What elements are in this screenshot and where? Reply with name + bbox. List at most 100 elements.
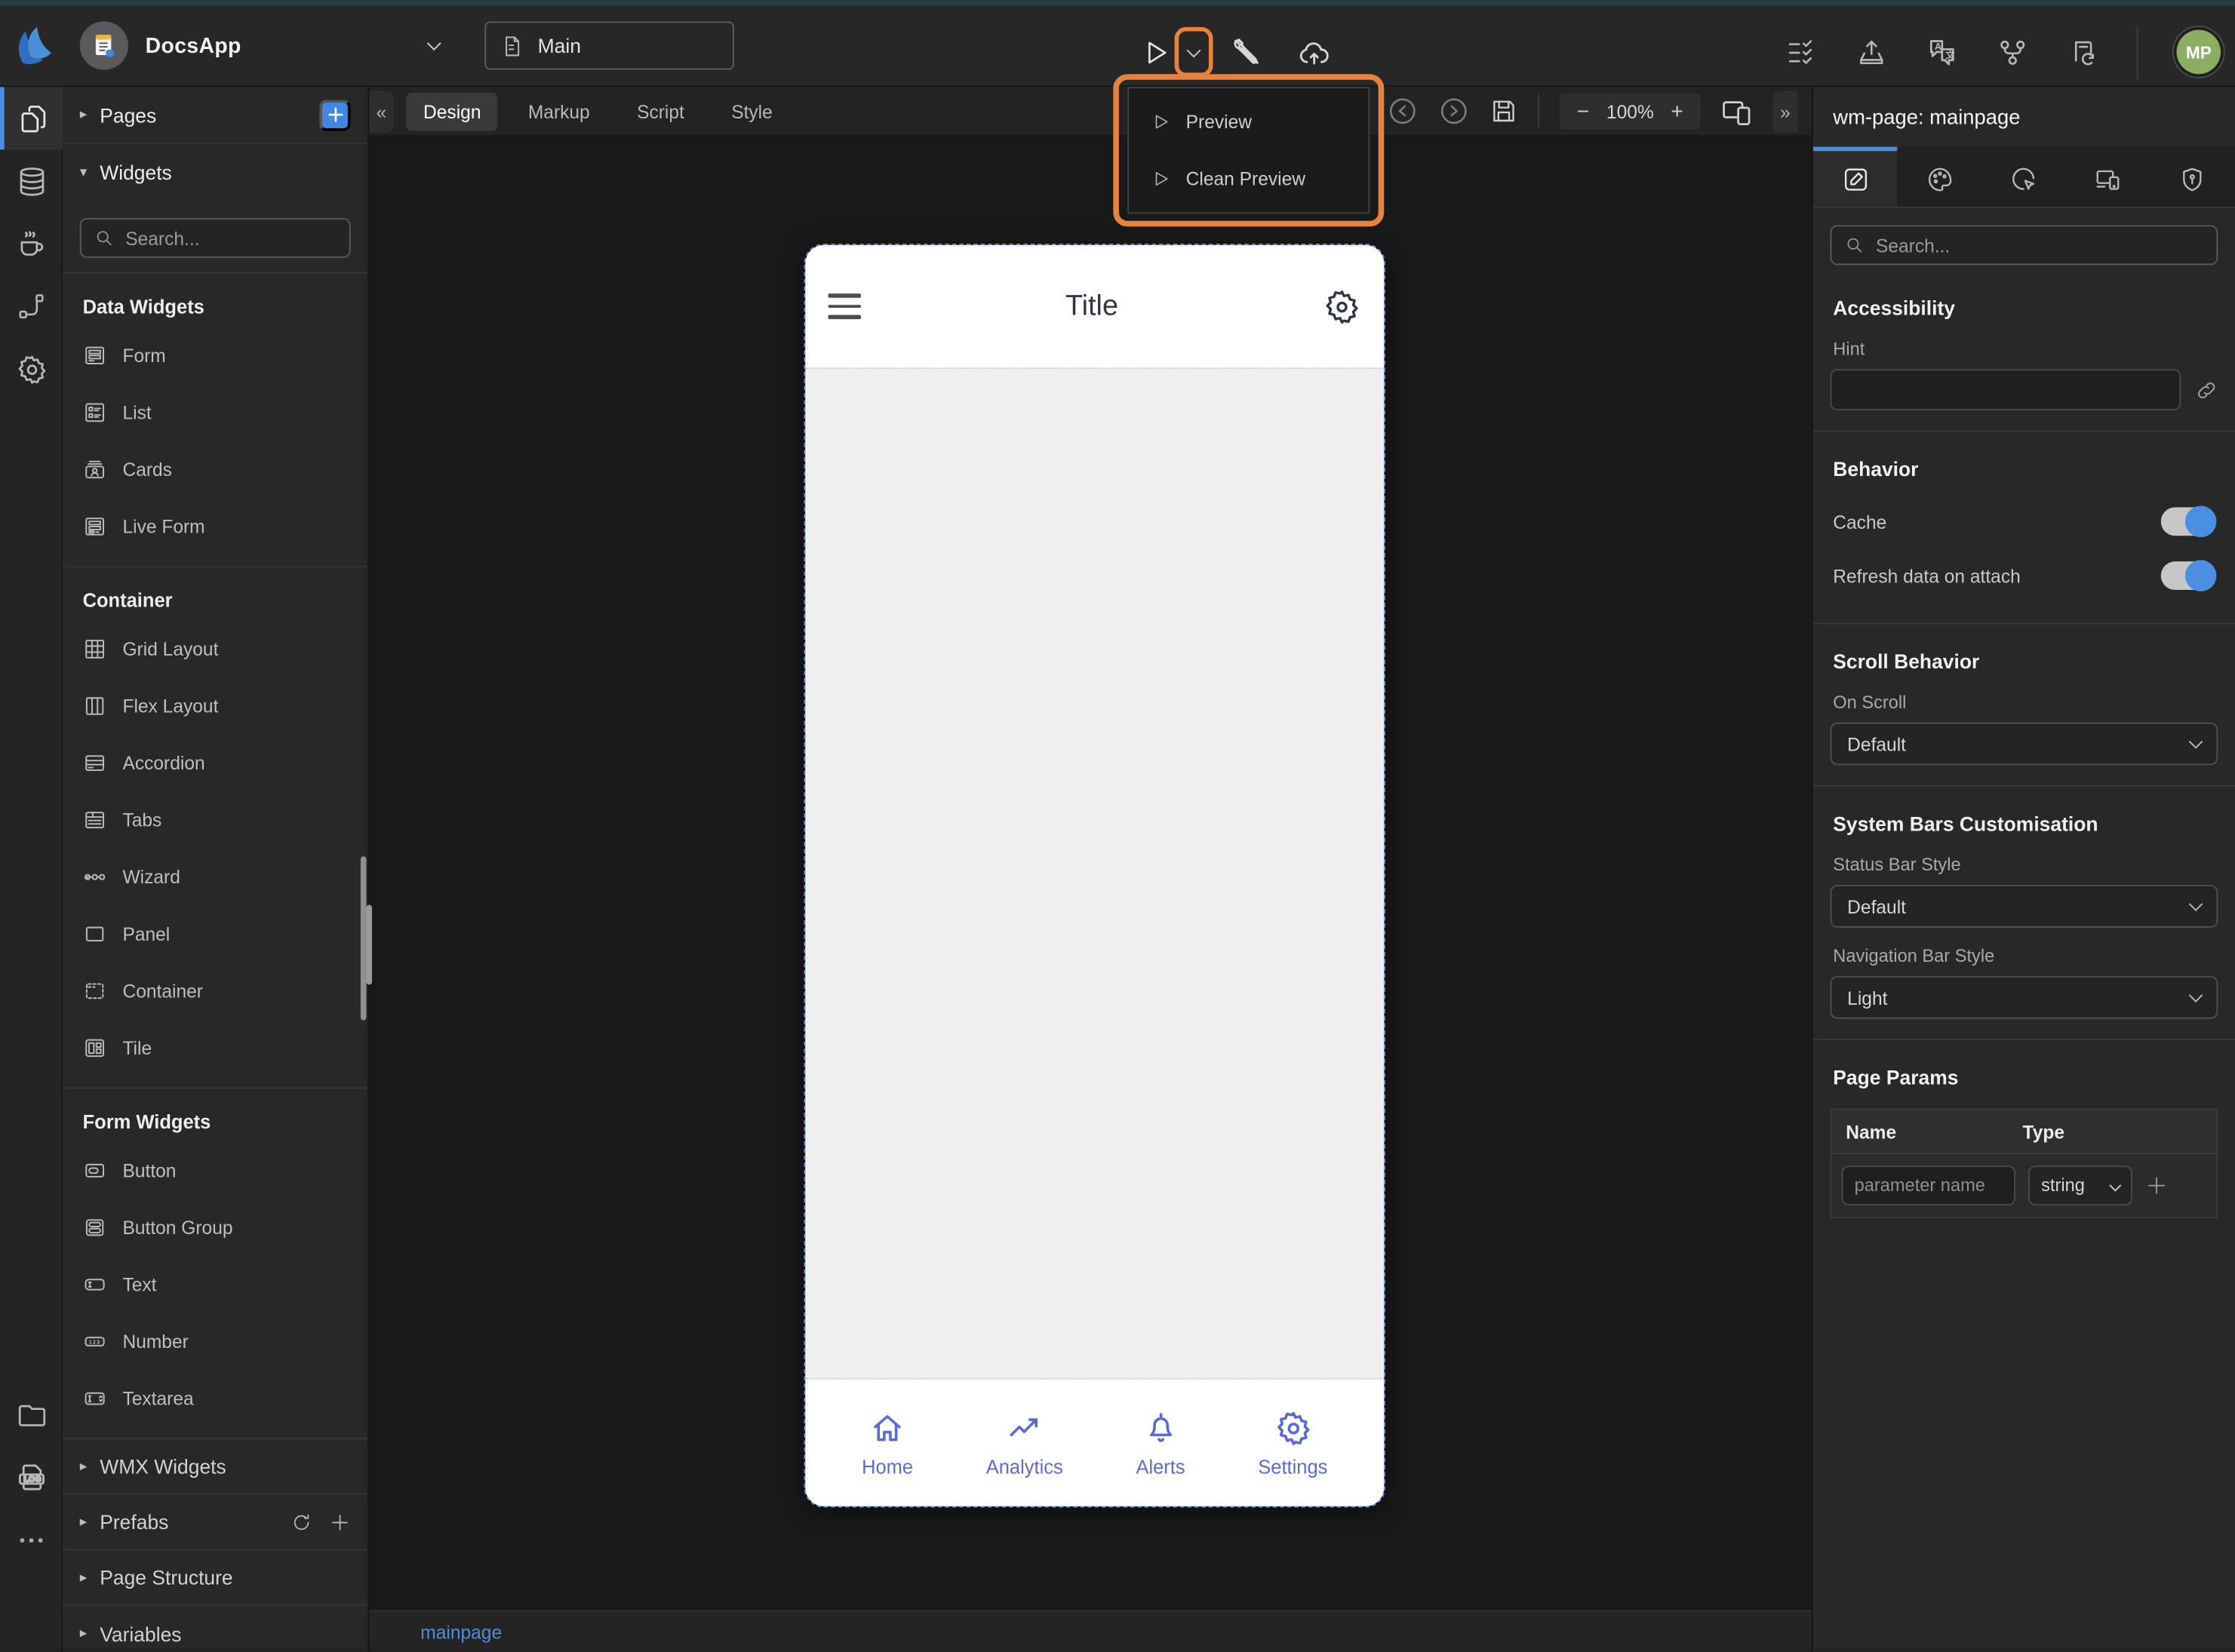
redo-button[interactable] [1438,96,1470,127]
add-page-button[interactable] [319,99,351,131]
page-selector-label: Main [537,34,581,57]
widget-item-list[interactable]: List [63,383,367,441]
widget-item-textarea[interactable]: Textarea [63,1369,367,1426]
hamburger-menu-icon[interactable] [828,293,861,319]
device-preview-button[interactable] [1720,95,1753,127]
widget-search-input[interactable]: Search... [79,218,351,258]
widget-item-button-group[interactable]: Button Group [63,1199,367,1256]
nav-bar-style-select[interactable]: Light [1830,975,2218,1019]
widget-item-flex-layout[interactable]: Flex Layout [63,677,367,734]
widget-item-text[interactable]: Text [63,1255,367,1313]
nav-item-home[interactable]: Home [862,1408,913,1477]
user-initials: MP [2185,41,2212,63]
widgets-section-header[interactable]: ▾ Widgets [63,144,367,201]
parameter-type-select[interactable]: string [2028,1165,2132,1206]
phone-header-gear-icon[interactable] [1323,287,1361,326]
tab-properties[interactable] [1812,146,1898,207]
on-scroll-label: On Scroll [1833,692,1907,713]
nav-item-alerts[interactable]: Alerts [1136,1408,1185,1477]
cache-toggle[interactable] [2160,505,2217,538]
undo-button[interactable] [1387,96,1419,127]
pages-section-header[interactable]: ▸ Pages [63,87,368,144]
sync-project-button[interactable] [2067,36,2098,68]
widget-item-wizard[interactable]: Wizard [63,848,367,905]
widget-item-tile[interactable]: Tile [63,1019,367,1076]
preview-run-button[interactable] [1140,36,1172,68]
widget-item-accordion[interactable]: Accordion [63,734,367,791]
build-tools-button[interactable] [1230,35,1262,68]
rail-apis-button[interactable] [0,275,63,338]
rail-settings-button[interactable] [0,338,63,401]
rail-java-services-button[interactable] [0,212,63,275]
tab-events[interactable] [1982,147,2067,207]
rail-more-button[interactable] [0,1509,63,1571]
rail-database-button[interactable] [0,149,63,212]
parameter-name-input[interactable]: parameter name [1841,1165,2016,1206]
preview-dropdown-chevron-icon[interactable] [1186,42,1201,57]
widget-label: Tile [122,1036,152,1058]
phone-page-content[interactable] [805,367,1385,1380]
tab-styles[interactable] [1898,147,1982,207]
add-parameter-button[interactable] [2145,1175,2168,1197]
add-prefab-button[interactable] [329,1511,350,1532]
expand-right-panel-button[interactable]: » [1772,90,1798,132]
refresh-data-toggle[interactable] [2160,560,2217,591]
wmx-widgets-section[interactable]: ▸ WMX Widgets [63,1439,368,1495]
canvas-body[interactable]: Title Home Analytics Alerts Settings [366,137,1812,1610]
widget-item-tabs[interactable]: Tabs [63,791,367,848]
rail-pages-button[interactable] [0,87,63,150]
menu-item-label: Preview [1185,111,1253,134]
zoom-out-button[interactable]: − [1577,99,1590,123]
checklist-button[interactable] [1786,36,1818,68]
nav-label: Settings [1258,1455,1328,1477]
version-control-button[interactable] [1997,36,2029,68]
on-scroll-select[interactable]: Default [1830,722,2218,766]
nav-item-analytics[interactable]: Analytics [986,1408,1063,1477]
user-avatar[interactable]: MP [2176,29,2221,75]
left-panel-scrollbar[interactable] [360,856,367,1021]
tab-script[interactable]: Script [619,92,701,131]
project-avatar[interactable] [79,21,129,70]
prefabs-section[interactable]: ▸ Prefabs [63,1495,368,1551]
hint-input[interactable] [1830,369,2181,411]
page-selector-button[interactable]: Main [484,21,735,70]
variables-section[interactable]: ▸ Variables [63,1606,367,1651]
tab-design[interactable]: Design [406,91,499,131]
menu-item-clean-preview[interactable]: Clean Preview [1129,153,1368,204]
widget-item-form[interactable]: Form [63,327,367,384]
widget-item-grid-layout[interactable]: Grid Layout [63,620,367,677]
play-icon [1155,115,1168,129]
widget-item-number[interactable]: 123 Number [63,1313,367,1370]
rail-files-button[interactable] [0,1383,63,1446]
bind-link-icon[interactable] [2195,379,2218,401]
page-structure-section[interactable]: ▸ Page Structure [63,1550,368,1606]
widget-item-container[interactable]: Container [63,962,367,1019]
app-switcher-chevron-icon[interactable] [427,35,442,51]
page-params-row: parameter name string [1831,1154,2217,1218]
widget-item-cards[interactable]: Cards [63,441,367,498]
refresh-prefabs-button[interactable] [291,1511,312,1532]
statusbar-page-link[interactable]: mainpage [420,1621,502,1642]
cloud-push-button[interactable] [1297,35,1331,69]
tab-security[interactable] [2150,147,2235,207]
nav-item-settings[interactable]: Settings [1258,1408,1327,1477]
page-params-header-row: Name Type [1831,1110,2217,1155]
tab-responsive[interactable] [2066,147,2150,207]
rail-logs-button[interactable]: LOG [0,1446,63,1509]
status-bar-style-select[interactable]: Default [1830,885,2218,928]
widget-item-live-form[interactable]: Live Form [63,497,367,554]
zoom-in-button[interactable]: + [1671,99,1683,123]
tab-markup[interactable]: Markup [511,92,607,131]
menu-item-preview[interactable]: Preview [1129,97,1368,147]
phone-preview[interactable]: Title Home Analytics Alerts Settings [804,244,1386,1508]
panel-resize-handle[interactable] [366,904,373,985]
widget-item-panel[interactable]: Panel [63,905,367,963]
export-build-button[interactable] [1856,36,1888,68]
widget-item-button[interactable]: Button [63,1141,367,1199]
save-button[interactable] [1489,97,1518,125]
collapse-left-panel-button[interactable]: « [369,90,394,132]
tab-style[interactable]: Style [715,92,790,131]
properties-search-input[interactable]: Search... [1830,225,2218,266]
translate-button[interactable]: A 文 [1926,35,1958,68]
caret-right-icon: ▸ [79,1514,88,1530]
